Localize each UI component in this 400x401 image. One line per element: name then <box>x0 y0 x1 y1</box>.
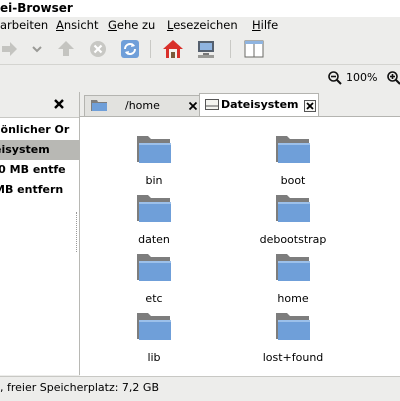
reload-icon[interactable] <box>119 38 141 60</box>
window-title: ei-Browser <box>0 1 73 15</box>
file-item-boot[interactable]: boot <box>243 134 343 190</box>
file-name: lib <box>147 351 161 364</box>
menu-bar: arbeiten Ansicht Gehe zu Lesezeichen Hil… <box>0 17 400 34</box>
folder-icon <box>137 254 171 281</box>
tab-close-icon[interactable] <box>304 100 316 112</box>
folder-icon <box>276 254 310 281</box>
forward-icon[interactable] <box>0 38 22 60</box>
up-icon[interactable] <box>55 38 77 60</box>
toolbar <box>0 34 400 65</box>
file-item-lib[interactable]: lib <box>104 311 204 367</box>
folder-icon <box>137 195 171 222</box>
file-item-etc[interactable]: etc <box>104 252 204 308</box>
zoom-in-icon[interactable] <box>386 70 400 86</box>
computer-icon[interactable] <box>195 38 217 60</box>
folder-icon <box>137 313 171 340</box>
menu-view[interactable]: Ansicht <box>56 17 98 33</box>
toolbar-separator <box>150 40 151 58</box>
sidebar-item-removable-2[interactable]: MB entfern <box>0 180 79 200</box>
menu-go[interactable]: Gehe zu <box>108 17 155 33</box>
file-item-home[interactable]: home <box>243 252 343 308</box>
split-view-icon[interactable] <box>243 38 265 60</box>
tab-filesystem[interactable]: Dateisystem <box>199 93 319 117</box>
menu-bookmarks[interactable]: Lesezeichen <box>167 17 238 33</box>
sidebar-resize-handle[interactable] <box>76 212 79 252</box>
toolbar-separator <box>230 40 231 58</box>
folder-icon <box>137 136 171 163</box>
zoom-out-icon[interactable] <box>327 70 343 86</box>
file-name: daten <box>138 233 170 246</box>
sidebar-item-removable-1[interactable]: ,0 MB entfe <box>0 160 79 180</box>
file-item-lost-found[interactable]: lost+found <box>243 311 343 367</box>
file-name: bin <box>145 174 163 187</box>
tab-label: /home <box>125 99 160 112</box>
stop-icon[interactable] <box>87 38 109 60</box>
tab-label: Dateisystem <box>221 98 299 111</box>
sidebar-item-filesystem[interactable]: eisystem <box>0 140 79 160</box>
tab-home[interactable]: /home <box>84 95 200 116</box>
sidebar-item-personal[interactable]: sönlicher Or <box>0 120 79 140</box>
folder-icon <box>91 99 107 114</box>
file-name: home <box>277 292 309 305</box>
file-item-bin[interactable]: bin <box>104 134 204 190</box>
folder-icon <box>276 136 310 163</box>
file-name: lost+found <box>262 351 324 364</box>
status-text: , freier Speicherplatz: 7,2 GB <box>0 381 159 394</box>
dropdown-arrow-icon[interactable] <box>26 38 48 60</box>
file-name: debootstrap <box>259 233 327 246</box>
folder-icon <box>276 195 310 222</box>
home-icon[interactable] <box>162 38 184 60</box>
tab-close-icon[interactable] <box>187 100 199 112</box>
file-name: boot <box>280 174 306 187</box>
folder-icon <box>276 313 310 340</box>
file-item-debootstrap[interactable]: debootstrap <box>243 193 343 249</box>
menu-edit[interactable]: arbeiten <box>0 17 48 33</box>
menu-help[interactable]: Hilfe <box>252 17 278 33</box>
sidebar-header <box>0 92 79 118</box>
sidebar-close-icon[interactable] <box>52 97 66 111</box>
file-name: etc <box>145 292 163 305</box>
zoom-level[interactable]: 100% <box>346 71 377 85</box>
file-item-daten[interactable]: daten <box>104 193 204 249</box>
drive-icon <box>205 99 219 113</box>
